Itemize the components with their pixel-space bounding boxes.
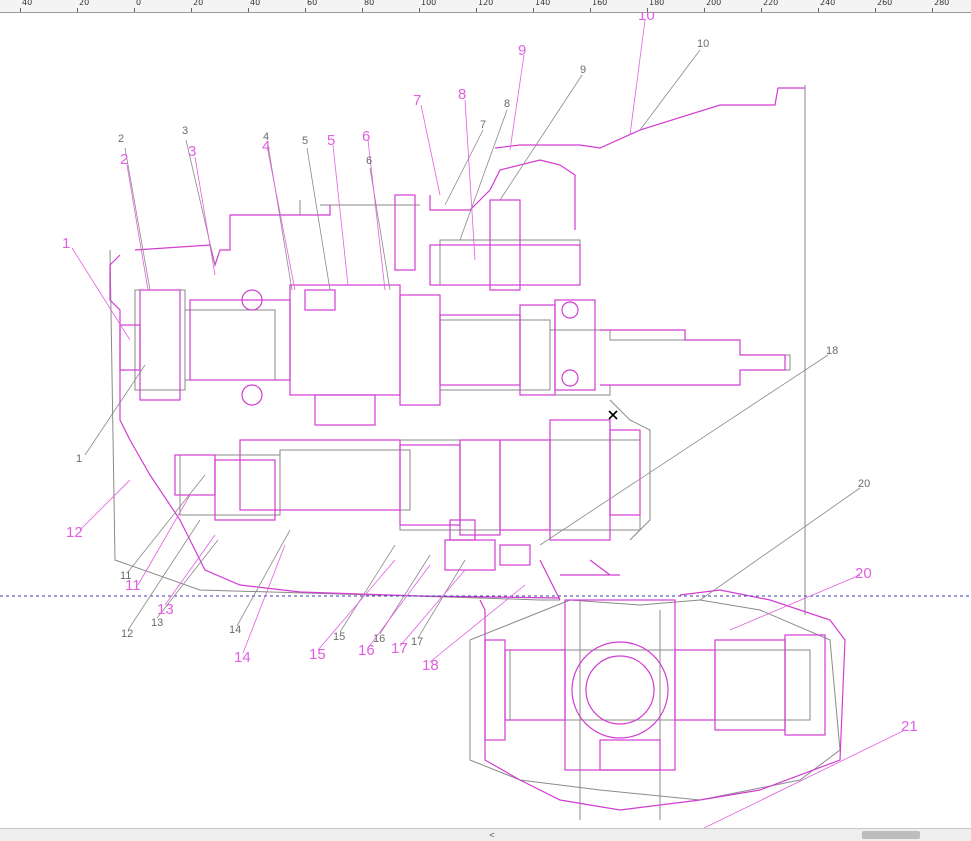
gray-label-20: 20: [858, 478, 870, 490]
ruler-tick-label: 160: [592, 0, 608, 7]
ruler-tick-label: 100: [421, 0, 437, 7]
ruler-tick-label: 260: [877, 0, 893, 7]
gray-label-3: 3: [182, 125, 188, 137]
magenta-leader-lines: [71, 19, 906, 828]
ruler-tick-label: 140: [535, 0, 551, 7]
gray-label-2: 2: [118, 133, 124, 145]
magenta-label-18: 18: [422, 657, 439, 674]
gray-label-16: 16: [373, 633, 385, 645]
magenta-label-4: 4: [262, 138, 270, 155]
gray-label-1: 1: [76, 453, 82, 465]
magenta-label-10: 10: [638, 12, 655, 24]
gray-label-9: 9: [580, 64, 586, 76]
magenta-label-20: 20: [855, 565, 872, 582]
overlay-drawing: [109, 87, 846, 811]
magenta-label-2: 2: [120, 151, 128, 168]
horizontal-scrollbar[interactable]: <: [0, 828, 971, 841]
magenta-label-15: 15: [309, 646, 326, 663]
ruler-tick-label: 0: [136, 0, 142, 7]
ruler-tick-label: 40: [22, 0, 33, 7]
gray-label-8: 8: [504, 98, 510, 110]
scroll-left-arrow[interactable]: <: [486, 830, 498, 840]
magenta-label-12: 12: [66, 524, 83, 541]
gray-leader-lines: [84, 49, 861, 639]
magenta-label-11: 11: [125, 577, 141, 594]
crosshair-cursor-icon: [608, 410, 618, 420]
magenta-label-1: 1: [62, 235, 70, 252]
scroll-thumb[interactable]: [862, 831, 920, 839]
ruler-tick-label: 40: [250, 0, 261, 7]
magenta-label-17: 17: [391, 640, 408, 657]
gray-label-5: 5: [302, 135, 308, 147]
ruler-tick-label: 240: [820, 0, 836, 7]
ruler-tick-label: 80: [364, 0, 375, 7]
ruler-tick-label: 120: [478, 0, 494, 7]
magenta-label-7: 7: [413, 92, 421, 109]
magenta-label-21: 21: [901, 718, 918, 735]
ruler-tick-label: 60: [307, 0, 318, 7]
gray-label-18: 18: [826, 345, 838, 357]
gray-label-14: 14: [229, 624, 241, 636]
gray-label-6: 6: [366, 155, 372, 167]
transmission-cross-section-drawing: 1 2 3 4 5 6 7 8 9 10 11 12 13 14 15 16 1…: [0, 12, 971, 828]
magenta-label-9: 9: [518, 42, 526, 59]
base-drawing: [109, 85, 841, 820]
gray-label-12: 12: [121, 628, 133, 640]
magenta-label-16: 16: [358, 642, 375, 659]
magenta-label-5: 5: [327, 132, 335, 149]
gray-label-7: 7: [480, 119, 486, 131]
ruler-tick-label: 180: [649, 0, 665, 7]
ruler-tick-label: 220: [763, 0, 779, 7]
ruler-tick-label: 280: [934, 0, 950, 7]
gray-label-13: 13: [151, 617, 163, 629]
magenta-label-3: 3: [188, 143, 196, 160]
gray-label-15: 15: [333, 631, 345, 643]
magenta-label-13: 13: [157, 601, 174, 618]
magenta-label-8: 8: [458, 86, 466, 103]
ruler-tick-label: 20: [193, 0, 204, 7]
magenta-label-14: 14: [234, 649, 251, 666]
ruler-tick-label: 20: [79, 0, 90, 7]
gray-callout-labels: 1 2 3 4 5 6 7 8 9 10 11 12 13 14 15 16 1…: [76, 38, 870, 648]
ruler-tick-label: 200: [706, 0, 722, 7]
gray-label-17: 17: [411, 636, 423, 648]
gray-label-10: 10: [697, 38, 709, 50]
magenta-label-6: 6: [362, 128, 370, 145]
